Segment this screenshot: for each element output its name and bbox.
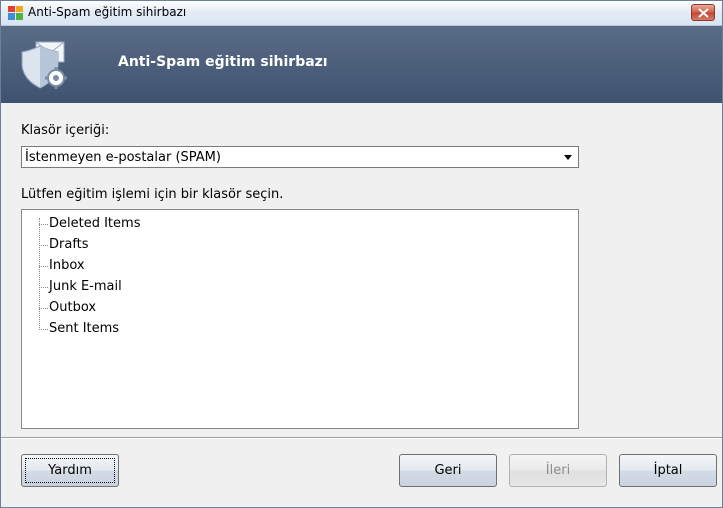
- window-title: Anti-Spam eğitim sihirbazı: [28, 5, 187, 19]
- wizard-header: Anti-Spam eğitim sihirbazı: [1, 26, 722, 103]
- close-button[interactable]: [691, 4, 715, 21]
- tree-connector: [39, 218, 40, 330]
- tree-item-label: Sent Items: [49, 321, 120, 336]
- tree-branch-line: [39, 266, 48, 267]
- next-button[interactable]: İleri: [509, 454, 607, 487]
- tree-branch-line: [39, 287, 48, 288]
- folder-content-dropdown[interactable]: İstenmeyen e-postalar (SPAM): [21, 146, 579, 168]
- shield-envelope-gear-icon: [21, 41, 67, 89]
- folder-prompt-label: Lütfen eğitim işlemi için bir klasör seç…: [21, 187, 284, 202]
- cancel-button[interactable]: İptal: [619, 454, 717, 487]
- avg-logo-icon: [8, 6, 23, 20]
- help-button-label: Yardım: [48, 463, 92, 478]
- cancel-button-label: İptal: [653, 463, 683, 478]
- folder-content-value: İstenmeyen e-postalar (SPAM): [25, 150, 221, 165]
- wizard-window: Anti-Spam eğitim sihirbazı Anti-Spam eği…: [0, 0, 723, 508]
- tree-item-label: Junk E-mail: [49, 279, 122, 294]
- folder-tree[interactable]: Deleted Items Drafts Inbox Junk E-mail O…: [21, 209, 579, 429]
- next-button-label: İleri: [545, 463, 571, 478]
- back-button[interactable]: Geri: [399, 454, 497, 487]
- header-title: Anti-Spam eğitim sihirbazı: [118, 54, 328, 70]
- footer-separator: [1, 437, 722, 439]
- tree-branch-line: [39, 224, 48, 225]
- folder-content-label: Klasör içeriği:: [21, 123, 110, 138]
- tree-item-label: Drafts: [49, 237, 89, 252]
- tree-branch-line: [39, 329, 48, 330]
- tree-item-label: Inbox: [49, 258, 85, 273]
- tree-branch-line: [39, 245, 48, 246]
- chevron-down-icon[interactable]: [564, 155, 572, 160]
- tree-branch-line: [39, 308, 48, 309]
- tree-item-label: Deleted Items: [49, 216, 141, 231]
- close-icon: [698, 8, 709, 18]
- title-bar[interactable]: Anti-Spam eğitim sihirbazı: [1, 1, 722, 26]
- help-button[interactable]: Yardım: [21, 454, 119, 487]
- tree-item-label: Outbox: [49, 300, 97, 315]
- back-button-label: Geri: [434, 463, 462, 478]
